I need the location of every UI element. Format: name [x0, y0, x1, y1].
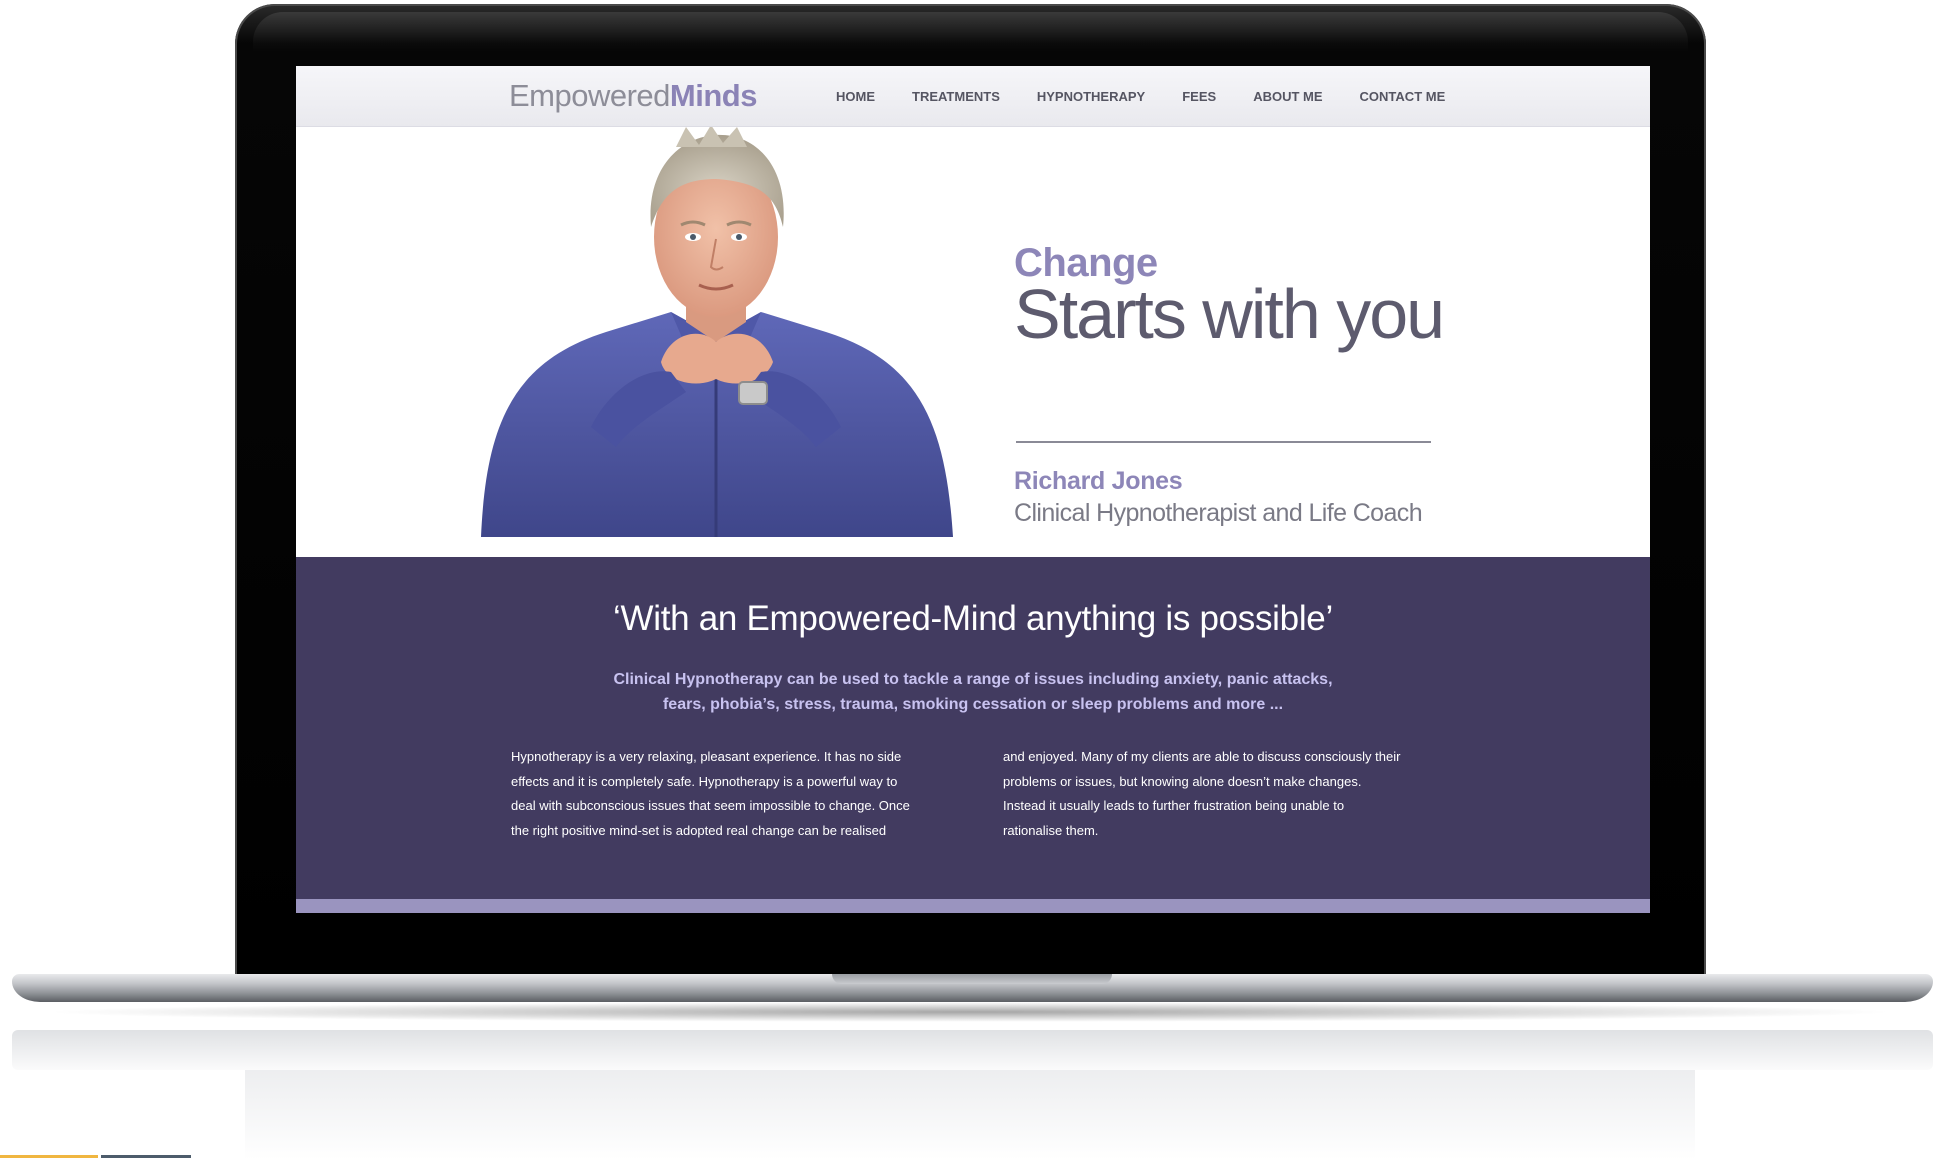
nav-item-contact-me[interactable]: CONTACT ME	[1360, 89, 1446, 104]
portrait-image	[481, 127, 953, 537]
intro-column-left: Hypnotherapy is a very relaxing, pleasan…	[511, 745, 951, 843]
intro-right-line: problems or issues, but knowing alone do…	[1003, 773, 1362, 789]
lid-highlight	[253, 12, 1688, 52]
laptop-screen: EmpoweredMinds HOME TREATMENTS HYPNOTHER…	[296, 66, 1650, 913]
accent-line-dark	[101, 1155, 191, 1158]
intro-right-line: rationalise them.	[1003, 822, 1099, 838]
nav-item-hypnotherapy[interactable]: HYPNOTHERAPY	[1037, 89, 1145, 104]
hero-divider	[1016, 441, 1431, 443]
person-role: Clinical Hypnotherapist and Life Coach	[1014, 499, 1423, 527]
intro-band: ‘With an Empowered-Mind anything is poss…	[296, 557, 1650, 899]
intro-lead-line-2: fears, phobia’s, stress, trauma, smoking…	[662, 696, 1284, 713]
logo-bold-text: Minds	[669, 78, 758, 113]
person-name: Richard Jones	[1014, 467, 1183, 495]
intro-left-line: deal with subconscious issues that seem …	[511, 798, 910, 813]
intro-right-line: and enjoyed. Many of my clients are able…	[1003, 749, 1401, 764]
intro-quote: ‘With an Empowered-Mind anything is poss…	[613, 599, 1333, 638]
headline-starts-with-you: Starts with you	[1014, 275, 1445, 353]
nav-item-treatments[interactable]: TREATMENTS	[912, 89, 1000, 104]
intro-lead-line-1: Clinical Hypnotherapy can be used to tac…	[613, 671, 1333, 688]
intro-lead: Clinical Hypnotherapy can be used to tac…	[573, 667, 1373, 717]
intro-left-line: Hypnotherapy is a very relaxing, pleasan…	[511, 749, 902, 764]
logo-light-text: Empowered	[509, 78, 670, 113]
intro-left-line: the right positive mind-set is adopted r…	[511, 822, 887, 838]
hero-section: Change Starts with you Richard Jones Cli…	[296, 127, 1650, 557]
hero-headline: Change Starts with you	[1014, 241, 1445, 353]
site-logo[interactable]: EmpoweredMinds	[509, 78, 757, 114]
laptop-base-notch	[832, 974, 1112, 984]
base-reflection	[12, 1030, 1933, 1070]
intro-right-line: Instead it usually leads to further frus…	[1003, 798, 1345, 813]
accent-line-yellow	[0, 1155, 98, 1158]
band-bottom-strip	[296, 899, 1650, 913]
main-nav: HOME TREATMENTS HYPNOTHERAPY FEES ABOUT …	[836, 66, 1482, 126]
intro-column-right: and enjoyed. Many of my clients are able…	[1003, 745, 1443, 843]
site-header: EmpoweredMinds HOME TREATMENTS HYPNOTHER…	[296, 66, 1650, 127]
nav-item-home[interactable]: HOME	[836, 89, 875, 104]
nav-item-about-me[interactable]: ABOUT ME	[1253, 89, 1322, 104]
lid-reflection	[245, 1070, 1695, 1160]
intro-left-line: effects and it is completely safe. Hypno…	[511, 773, 898, 789]
laptop-base	[12, 974, 1933, 1002]
laptop-base-shadow	[40, 1002, 1900, 1022]
nav-item-fees[interactable]: FEES	[1182, 89, 1216, 104]
laptop-mockup: EmpoweredMinds HOME TREATMENTS HYPNOTHER…	[0, 0, 1941, 1160]
